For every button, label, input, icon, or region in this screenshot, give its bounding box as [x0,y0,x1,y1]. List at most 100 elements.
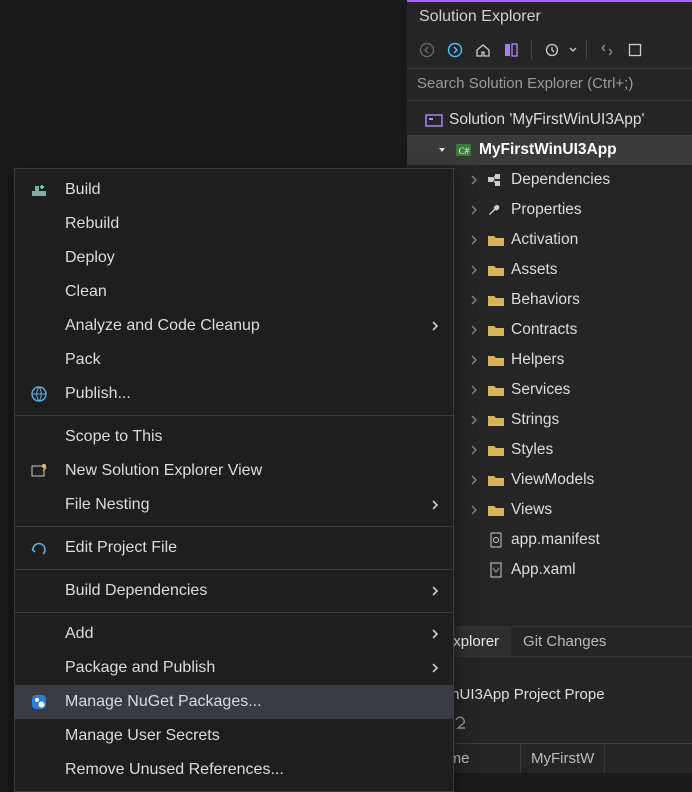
menu-item-label: File Nesting [65,496,149,514]
wrench-icon [487,201,505,219]
expander-icon[interactable] [467,293,481,307]
pending-changes-icon[interactable] [540,38,564,62]
globe-icon [29,384,49,404]
back-icon[interactable] [415,38,439,62]
dropdown-icon[interactable] [568,38,578,62]
project-context-menu: Build Rebuild Deploy CleanAnalyze and Code … [14,168,454,792]
menu-item-remove-unused-references[interactable]: Remove Unused References... [15,753,453,787]
menu-item-publish[interactable]: Publish... [15,377,453,411]
edit-icon [29,538,49,558]
folder-icon [487,321,505,339]
menu-item-manage-nuget-packages[interactable]: Manage NuGet Packages... [15,685,453,719]
expander-icon[interactable] [467,233,481,247]
deps-icon [487,171,505,189]
menu-item-label: Rebuild [65,215,119,233]
menu-item-label: Pack [65,351,101,369]
newview-icon [29,461,49,481]
solution-label: Solution 'MyFirstWinUI3App' [449,111,644,129]
menu-separator [15,415,453,416]
menu-item-label: Publish... [65,385,131,403]
folder-icon [487,381,505,399]
menu-item-deploy[interactable]: Deploy [15,241,453,275]
expander-icon[interactable] [467,413,481,427]
solution-icon [425,111,443,129]
manifest-icon [487,531,505,549]
submenu-arrow-icon [431,662,439,674]
tree-item-label: Assets [511,261,558,279]
solution-explorer-title: Solution Explorer [407,2,692,34]
submenu-arrow-icon [431,320,439,332]
show-all-files-icon[interactable] [623,38,647,62]
submenu-arrow-icon [431,585,439,597]
expander-icon[interactable] [467,263,481,277]
prop-name-value[interactable]: MyFirstW [521,744,605,773]
folder-icon [487,411,505,429]
tab-git-changes[interactable]: Git Changes [511,627,618,656]
submenu-arrow-icon [431,628,439,640]
tree-item-label: Strings [511,411,559,429]
menu-item-label: Build Dependencies [65,582,207,600]
expander-icon[interactable] [467,503,481,517]
expander-icon[interactable] [467,383,481,397]
tree-item-label: Activation [511,231,578,249]
menu-item-manage-user-secrets[interactable]: Manage User Secrets [15,719,453,753]
menu-item-label: Deploy [65,249,115,267]
folder-icon [487,441,505,459]
switch-views-icon[interactable] [499,38,523,62]
menu-item-scope-to-this[interactable]: Scope to This [15,420,453,454]
tree-item-label: ViewModels [511,471,594,489]
menu-item-label: Edit Project File [65,539,177,557]
expander-icon[interactable] [467,323,481,337]
solution-explorer-search[interactable]: Search Solution Explorer (Ctrl+;) [407,69,692,101]
menu-item-label: Manage NuGet Packages... [65,693,262,711]
menu-item-file-nesting[interactable]: File Nesting [15,488,453,522]
menu-item-new-solution-explorer-view[interactable]: New Solution Explorer View [15,454,453,488]
menu-item-edit-project-file[interactable]: Edit Project File [15,531,453,565]
forward-icon[interactable] [443,38,467,62]
folder-icon [487,471,505,489]
folder-icon [487,501,505,519]
menu-item-package-and-publish[interactable]: Package and Publish [15,651,453,685]
menu-item-pack[interactable]: Pack [15,343,453,377]
csharp-project-icon: C# [455,141,473,159]
menu-item-analyze-and-code-cleanup[interactable]: Analyze and Code Cleanup [15,309,453,343]
submenu-arrow-icon [431,499,439,511]
menu-item-label: Manage User Secrets [65,727,220,745]
tree-item-label: Contracts [511,321,577,339]
project-node[interactable]: C# MyFirstWinUI3App [407,135,692,165]
menu-item-build-dependencies[interactable]: Build Dependencies [15,574,453,608]
menu-separator [15,526,453,527]
menu-item-clean[interactable]: Clean [15,275,453,309]
menu-item-rebuild[interactable]: Rebuild [15,207,453,241]
expander-icon[interactable] [467,473,481,487]
separator [586,40,587,60]
nuget-icon [29,692,49,712]
tree-item-label: app.manifest [511,531,600,549]
solution-node[interactable]: Solution 'MyFirstWinUI3App' [407,105,692,135]
tree-item-label: Dependencies [511,171,610,189]
sync-icon[interactable] [595,38,619,62]
menu-item-add[interactable]: Add [15,617,453,651]
expander-icon[interactable] [467,353,481,367]
project-label: MyFirstWinUI3App [479,141,617,159]
home-icon[interactable] [471,38,495,62]
menu-separator [15,569,453,570]
menu-item-label: Build [65,181,101,199]
tree-item-label: Behaviors [511,291,580,309]
tree-item-label: App.xaml [511,561,576,579]
menu-item-label: Scope to This [65,428,163,446]
folder-icon [487,351,505,369]
expander-icon[interactable] [435,143,449,157]
menu-item-label: New Solution Explorer View [65,462,262,480]
menu-item-label: Package and Publish [65,659,215,677]
menu-separator [15,612,453,613]
expander-icon[interactable] [467,203,481,217]
expander-icon[interactable] [467,173,481,187]
expander-icon[interactable] [467,443,481,457]
tree-item-label: Services [511,381,570,399]
menu-item-build[interactable]: Build [15,173,453,207]
svg-text:C#: C# [459,146,470,156]
tree-item-label: Styles [511,441,553,459]
menu-item-label: Add [65,625,93,643]
xaml-icon [487,561,505,579]
